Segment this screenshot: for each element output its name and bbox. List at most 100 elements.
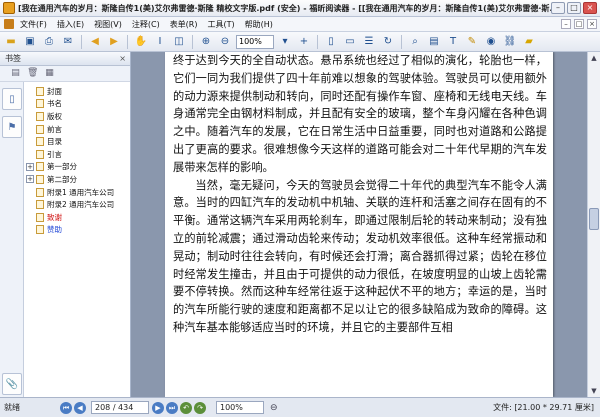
bookmark-icon	[36, 111, 44, 121]
vertical-scrollbar[interactable]: ▲ ▼	[587, 52, 600, 397]
zoom-out-status-icon[interactable]: ⊖	[270, 403, 278, 413]
bookmark-icon	[36, 212, 44, 222]
next-page-icon[interactable]: ▶	[152, 401, 164, 414]
bookmark-label: 赞助	[47, 225, 62, 235]
link-icon[interactable]: ⛓	[502, 34, 518, 49]
bookmark-label: 目录	[47, 137, 62, 147]
menu-help[interactable]: 帮助(H)	[245, 19, 273, 30]
bookmark-label: 致谢	[47, 212, 62, 222]
zoom-select[interactable]: 100%	[236, 34, 274, 49]
save-icon[interactable]: ▣	[22, 34, 38, 49]
menu-insert[interactable]: 插入(E)	[57, 19, 84, 30]
scroll-up-icon[interactable]: ▲	[588, 52, 600, 64]
bookmark-icon	[36, 162, 44, 172]
menu-comment[interactable]: 注释(C)	[132, 19, 160, 30]
bookmark-item[interactable]: + 第一部分	[24, 161, 130, 174]
bookmark-panel: 书签 × ▤ 🗑 ▦ ▯ ⚑ 📎 封面 书名 版权前言 目录 引言 + 第一部分 + 第二部分附…	[0, 52, 131, 397]
status-zoom-field[interactable]: 100%	[216, 401, 264, 414]
page-text: 终于达到今天的全自动状态。悬吊系统也经过了相似的演化，轮胎也一样，它们一同为我们…	[173, 52, 547, 337]
pdf-page: 终于达到今天的全自动状态。悬吊系统也经过了相似的演化，轮胎也一样，它们一同为我们…	[165, 52, 553, 397]
scroll-thumb[interactable]	[589, 207, 599, 230]
scroll-down-icon[interactable]: ▼	[588, 385, 600, 397]
bookmark-item[interactable]: + 第二部分	[24, 173, 130, 186]
fit-page-icon[interactable]: ▯	[323, 34, 339, 49]
title-bar: [我在通用汽车的岁月：斯隆自传1(美)艾尔弗雷德·斯隆 精校文字版.pdf (安…	[0, 0, 600, 17]
expand-icon[interactable]: +	[26, 175, 34, 184]
find-icon[interactable]: ⌕	[407, 34, 423, 49]
bookmark-item[interactable]: 目录	[24, 135, 130, 148]
go-back-icon[interactable]: ↶	[180, 401, 192, 414]
bookmark-item[interactable]: 赞助	[24, 224, 130, 237]
maximize-button[interactable]: □	[567, 2, 581, 14]
snapshot-icon[interactable]: ◫	[171, 34, 187, 49]
forward-icon[interactable]: ▶	[106, 34, 122, 49]
paragraph: 终于达到今天的全自动状态。悬吊系统也经过了相似的演化，轮胎也一样，它们一同为我们…	[173, 54, 547, 174]
expand-icon[interactable]: +	[26, 162, 34, 171]
continuous-icon[interactable]: ☰	[361, 34, 377, 49]
page-size-label: 文件: [21.00 * 29.71 厘米]	[493, 403, 594, 412]
email-icon[interactable]: ✉	[60, 34, 76, 49]
menu-tools[interactable]: 工具(T)	[208, 19, 235, 30]
page-number-field[interactable]: 208 / 434	[91, 401, 149, 414]
menu-form[interactable]: 表单(R)	[170, 19, 198, 30]
menu-file[interactable]: 文件(F)	[20, 19, 47, 30]
fit-width-icon[interactable]: ▭	[342, 34, 358, 49]
print-icon[interactable]: ⎙	[41, 34, 57, 49]
pages-tab-icon[interactable]: ▯	[2, 88, 22, 110]
new-bookmark-icon[interactable]: ▤	[10, 68, 21, 79]
minimize-button[interactable]: –	[551, 2, 565, 14]
bookmark-item[interactable]: 附录2 通用汽车公司	[24, 198, 130, 211]
bookmark-icon	[36, 225, 44, 235]
back-icon[interactable]: ◀	[87, 34, 103, 49]
bookmark-icon	[36, 124, 44, 134]
document-menu-icon[interactable]	[4, 19, 14, 29]
bookmark-item[interactable]: 附录1 通用汽车公司	[24, 186, 130, 199]
document-view[interactable]: 终于达到今天的全自动状态。悬吊系统也经过了相似的演化，轮胎也一样，它们一同为我们…	[131, 52, 587, 397]
menu-bar: 文件(F) 插入(E) 视图(V) 注释(C) 表单(R) 工具(T) 帮助(H…	[0, 17, 600, 32]
bookmark-options-icon[interactable]: ▦	[44, 68, 55, 79]
bookmark-item[interactable]: 书名	[24, 98, 130, 111]
bookmark-item[interactable]: 封面	[24, 85, 130, 98]
close-button[interactable]: ×	[583, 2, 597, 14]
rotate-icon[interactable]: ↻	[380, 34, 396, 49]
panel-close-icon[interactable]: ×	[119, 54, 126, 63]
comment-icon[interactable]: ▰	[521, 34, 537, 49]
zoom-in-icon[interactable]: ⊕	[198, 34, 214, 49]
bookmark-label: 附录1 通用汽车公司	[47, 187, 115, 197]
plus-icon[interactable]: +	[296, 34, 312, 49]
bookmark-label: 版权	[47, 111, 62, 121]
menu-view[interactable]: 视图(V)	[94, 19, 122, 30]
zoom-out-icon[interactable]: ⊖	[217, 34, 233, 49]
bookmarks-tab-icon[interactable]: ⚑	[2, 116, 22, 138]
doc-restore-button[interactable]: □	[574, 19, 584, 29]
zoom-menu-icon[interactable]: ▾	[277, 34, 293, 49]
select-text-icon[interactable]: I	[152, 34, 168, 49]
doc-minimize-button[interactable]: –	[561, 19, 571, 29]
hand-tool-icon[interactable]: ✋	[133, 34, 149, 49]
bookmark-icon	[36, 86, 44, 96]
note-icon[interactable]: ▤	[426, 34, 442, 49]
doc-close-button[interactable]: ×	[587, 19, 597, 29]
open-folder-icon[interactable]: ▬	[3, 34, 19, 49]
bookmark-panel-header: 书签 ×	[0, 52, 130, 66]
main-toolbar: ▬ ▣ ⎙ ✉ ◀ ▶ ✋ I ◫ ⊕ ⊖ 100% ▾ + ▯ ▭ ☰ ↻ ⌕…	[0, 32, 600, 52]
first-page-icon[interactable]: ⏮	[60, 401, 72, 414]
bookmark-panel-title: 书签	[5, 54, 21, 63]
bookmark-label: 第二部分	[47, 174, 77, 184]
prev-page-icon[interactable]: ◀	[74, 401, 86, 414]
delete-bookmark-icon[interactable]: 🗑	[27, 68, 38, 79]
bookmark-item[interactable]: 引言	[24, 148, 130, 161]
bookmark-item[interactable]: 版权	[24, 110, 130, 123]
typewriter-icon[interactable]: T	[445, 34, 461, 49]
bookmark-item[interactable]: 致谢	[24, 211, 130, 224]
bookmark-label: 附录2 通用汽车公司	[47, 200, 115, 210]
last-page-icon[interactable]: ⏭	[166, 401, 178, 414]
highlight-icon[interactable]: ✎	[464, 34, 480, 49]
bookmark-item[interactable]: 前言	[24, 123, 130, 136]
panel-tab-strip: ▯ ⚑ 📎	[0, 82, 24, 397]
stamp-icon[interactable]: ◉	[483, 34, 499, 49]
bookmark-toolbar: ▤ 🗑 ▦	[0, 66, 130, 82]
go-forward-icon[interactable]: ↷	[194, 401, 206, 414]
paragraph: 当然，毫无疑问，今天的驾驶员会觉得二十年代的典型汽车不能令人满意。当时的四缸汽车…	[173, 178, 547, 334]
attachment-tab-icon[interactable]: 📎	[2, 373, 22, 395]
